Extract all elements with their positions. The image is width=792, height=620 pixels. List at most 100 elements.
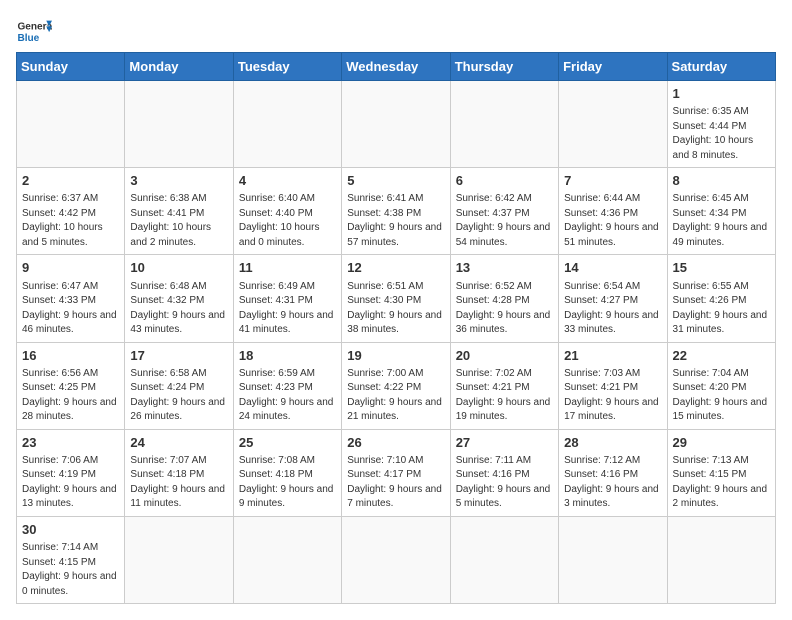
calendar-cell: 22 Sunrise: 7:04 AM Sunset: 4:20 PM Dayli…: [667, 342, 775, 429]
day-number: 11: [239, 259, 336, 277]
day-number: 24: [130, 434, 227, 452]
sun-info: Sunrise: 6:37 AM Sunset: 4:42 PM Dayligh…: [22, 192, 119, 250]
calendar-cell: 9 Sunrise: 6:47 AM Sunset: 4:33 PM Daylig…: [17, 255, 125, 342]
day-number: 9: [22, 259, 119, 277]
sun-info: Sunrise: 6:54 AM Sunset: 4:27 PM Dayligh…: [564, 280, 661, 338]
calendar-cell: 25 Sunrise: 7:08 AM Sunset: 4:18 PM Dayli…: [233, 429, 341, 516]
day-number: 17: [130, 347, 227, 365]
day-number: 25: [239, 434, 336, 452]
calendar-week-2: 2 Sunrise: 6:37 AM Sunset: 4:42 PM Daylig…: [17, 168, 776, 255]
svg-text:Blue: Blue: [17, 33, 39, 44]
logo: General Blue: [16, 16, 52, 44]
sun-info: Sunrise: 7:00 AM Sunset: 4:22 PM Dayligh…: [347, 367, 444, 425]
sun-info: Sunrise: 6:58 AM Sunset: 4:24 PM Dayligh…: [130, 367, 227, 425]
calendar-cell: [342, 516, 450, 603]
sun-info: Sunrise: 6:55 AM Sunset: 4:26 PM Dayligh…: [673, 280, 770, 338]
sun-info: Sunrise: 7:11 AM Sunset: 4:16 PM Dayligh…: [456, 454, 553, 512]
calendar-cell: 13Sunrise: 6:52 AM Sunset: 4:28 PM Dayli…: [450, 255, 558, 342]
day-number: 5: [347, 172, 444, 190]
sun-info: Sunrise: 6:45 AM Sunset: 4:34 PM Dayligh…: [673, 192, 770, 250]
calendar-cell: 21 Sunrise: 7:03 AM Sunset: 4:21 PM Dayli…: [559, 342, 667, 429]
sun-info: Sunrise: 7:08 AM Sunset: 4:18 PM Dayligh…: [239, 454, 336, 512]
day-number: 16: [22, 347, 119, 365]
sun-info: Sunrise: 7:04 AM Sunset: 4:20 PM Dayligh…: [673, 367, 770, 425]
calendar-cell: [125, 516, 233, 603]
calendar-cell: [559, 516, 667, 603]
calendar-week-4: 16 Sunrise: 6:56 AM Sunset: 4:25 PM Dayli…: [17, 342, 776, 429]
sun-info: Sunrise: 7:10 AM Sunset: 4:17 PM Dayligh…: [347, 454, 444, 512]
day-number: 15: [673, 259, 770, 277]
weekday-header-friday: Friday: [559, 53, 667, 81]
weekday-header-wednesday: Wednesday: [342, 53, 450, 81]
day-number: 27: [456, 434, 553, 452]
sun-info: Sunrise: 6:48 AM Sunset: 4:32 PM Dayligh…: [130, 280, 227, 338]
weekday-header-monday: Monday: [125, 53, 233, 81]
calendar-cell: 27 Sunrise: 7:11 AM Sunset: 4:16 PM Dayli…: [450, 429, 558, 516]
sun-info: Sunrise: 6:52 AM Sunset: 4:28 PM Dayligh…: [456, 280, 553, 338]
calendar-cell: [450, 81, 558, 168]
day-number: 2: [22, 172, 119, 190]
weekday-header-sunday: Sunday: [17, 53, 125, 81]
calendar-cell: 29Sunrise: 7:13 AM Sunset: 4:15 PM Dayli…: [667, 429, 775, 516]
calendar-cell: 8 Sunrise: 6:45 AM Sunset: 4:34 PM Daylig…: [667, 168, 775, 255]
sun-info: Sunrise: 6:56 AM Sunset: 4:25 PM Dayligh…: [22, 367, 119, 425]
calendar-cell: 14Sunrise: 6:54 AM Sunset: 4:27 PM Dayli…: [559, 255, 667, 342]
sun-info: Sunrise: 7:03 AM Sunset: 4:21 PM Dayligh…: [564, 367, 661, 425]
calendar-week-5: 23 Sunrise: 7:06 AM Sunset: 4:19 PM Dayli…: [17, 429, 776, 516]
calendar-cell: [450, 516, 558, 603]
sun-info: Sunrise: 6:41 AM Sunset: 4:38 PM Dayligh…: [347, 192, 444, 250]
calendar-cell: [559, 81, 667, 168]
sun-info: Sunrise: 7:14 AM Sunset: 4:15 PM Dayligh…: [22, 541, 119, 599]
day-number: 21: [564, 347, 661, 365]
calendar-header: SundayMondayTuesdayWednesdayThursdayFrid…: [17, 53, 776, 81]
calendar-cell: 10 Sunrise: 6:48 AM Sunset: 4:32 PM Dayli…: [125, 255, 233, 342]
calendar-cell: 28 Sunrise: 7:12 AM Sunset: 4:16 PM Dayli…: [559, 429, 667, 516]
sun-info: Sunrise: 6:38 AM Sunset: 4:41 PM Dayligh…: [130, 192, 227, 250]
sun-info: Sunrise: 7:07 AM Sunset: 4:18 PM Dayligh…: [130, 454, 227, 512]
sun-info: Sunrise: 6:42 AM Sunset: 4:37 PM Dayligh…: [456, 192, 553, 250]
calendar-week-3: 9 Sunrise: 6:47 AM Sunset: 4:33 PM Daylig…: [17, 255, 776, 342]
day-number: 19: [347, 347, 444, 365]
sun-info: Sunrise: 6:40 AM Sunset: 4:40 PM Dayligh…: [239, 192, 336, 250]
calendar-cell: 26Sunrise: 7:10 AM Sunset: 4:17 PM Dayli…: [342, 429, 450, 516]
calendar-cell: 11 Sunrise: 6:49 AM Sunset: 4:31 PM Dayli…: [233, 255, 341, 342]
sun-info: Sunrise: 6:59 AM Sunset: 4:23 PM Dayligh…: [239, 367, 336, 425]
day-number: 10: [130, 259, 227, 277]
sun-info: Sunrise: 7:06 AM Sunset: 4:19 PM Dayligh…: [22, 454, 119, 512]
day-number: 22: [673, 347, 770, 365]
day-number: 28: [564, 434, 661, 452]
sun-info: Sunrise: 6:35 AM Sunset: 4:44 PM Dayligh…: [673, 105, 770, 163]
day-number: 23: [22, 434, 119, 452]
sun-info: Sunrise: 7:13 AM Sunset: 4:15 PM Dayligh…: [673, 454, 770, 512]
day-number: 20: [456, 347, 553, 365]
calendar-cell: 20 Sunrise: 7:02 AM Sunset: 4:21 PM Dayli…: [450, 342, 558, 429]
calendar-cell: 4 Sunrise: 6:40 AM Sunset: 4:40 PM Daylig…: [233, 168, 341, 255]
weekday-header-saturday: Saturday: [667, 53, 775, 81]
calendar-cell: 6Sunrise: 6:42 AM Sunset: 4:37 PM Daylig…: [450, 168, 558, 255]
calendar-cell: 18Sunrise: 6:59 AM Sunset: 4:23 PM Dayli…: [233, 342, 341, 429]
day-number: 7: [564, 172, 661, 190]
sun-info: Sunrise: 6:44 AM Sunset: 4:36 PM Dayligh…: [564, 192, 661, 250]
calendar-cell: [17, 81, 125, 168]
calendar-cell: [233, 81, 341, 168]
logo-icon: General Blue: [16, 16, 52, 44]
day-number: 3: [130, 172, 227, 190]
day-number: 8: [673, 172, 770, 190]
calendar-cell: 2 Sunrise: 6:37 AM Sunset: 4:42 PM Daylig…: [17, 168, 125, 255]
calendar-week-6: 30 Sunrise: 7:14 AM Sunset: 4:15 PM Dayli…: [17, 516, 776, 603]
sun-info: Sunrise: 6:51 AM Sunset: 4:30 PM Dayligh…: [347, 280, 444, 338]
sun-info: Sunrise: 7:02 AM Sunset: 4:21 PM Dayligh…: [456, 367, 553, 425]
day-number: 12: [347, 259, 444, 277]
sun-info: Sunrise: 6:47 AM Sunset: 4:33 PM Dayligh…: [22, 280, 119, 338]
calendar-cell: 19 Sunrise: 7:00 AM Sunset: 4:22 PM Dayli…: [342, 342, 450, 429]
day-number: 4: [239, 172, 336, 190]
page-header: General Blue: [16, 16, 776, 44]
calendar-cell: 15 Sunrise: 6:55 AM Sunset: 4:26 PM Dayli…: [667, 255, 775, 342]
weekday-row: SundayMondayTuesdayWednesdayThursdayFrid…: [17, 53, 776, 81]
sun-info: Sunrise: 7:12 AM Sunset: 4:16 PM Dayligh…: [564, 454, 661, 512]
calendar-cell: [125, 81, 233, 168]
sun-info: Sunrise: 6:49 AM Sunset: 4:31 PM Dayligh…: [239, 280, 336, 338]
calendar-cell: [667, 516, 775, 603]
day-number: 30: [22, 521, 119, 539]
calendar-cell: 17 Sunrise: 6:58 AM Sunset: 4:24 PM Dayli…: [125, 342, 233, 429]
